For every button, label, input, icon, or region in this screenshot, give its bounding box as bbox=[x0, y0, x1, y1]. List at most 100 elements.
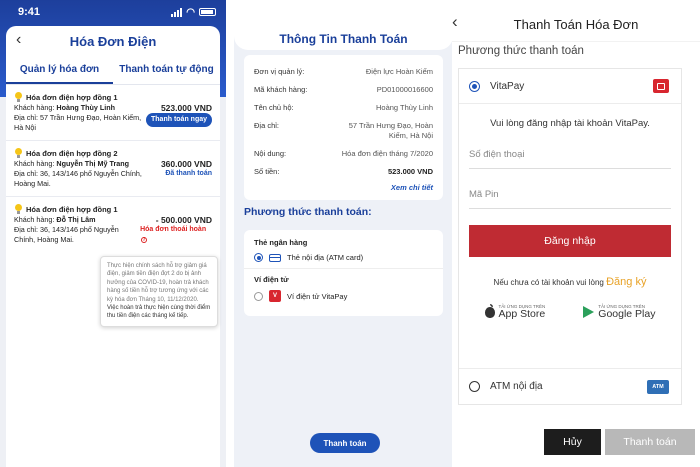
address-label: Địa chỉ: bbox=[14, 225, 38, 234]
bill-title: Hóa đơn điện hợp đồng 1 bbox=[26, 204, 118, 214]
atm-card-icon: ATM bbox=[647, 380, 669, 394]
bill-item[interactable]: Hóa đơn điện hợp đồng 1 Khách hàng: Hoàn… bbox=[6, 85, 220, 141]
customer-name: Đỗ Thị Lâm bbox=[56, 215, 96, 224]
option-vitapay[interactable]: VitaPay bbox=[459, 69, 681, 104]
customer-label: Khách hàng: bbox=[14, 103, 55, 112]
option-vitapay[interactable]: V Ví điện tử VitaPay bbox=[254, 290, 433, 302]
google-play-icon bbox=[583, 306, 595, 318]
payment-info-card: Đơn vị quản lý: Điện lực Hoàn Kiếm Mã khá… bbox=[244, 55, 443, 200]
status-time: 9:41 bbox=[18, 6, 41, 18]
payment-info-screen: Thông Tin Thanh Toán Đơn vị quản lý: Điện… bbox=[234, 0, 453, 467]
info-row: Mã khách hàng: PD01000016600 bbox=[254, 81, 433, 99]
refund-tooltip: Thực hiện chính sách hỗ trợ giảm giá điệ… bbox=[100, 256, 218, 327]
tab-bar: Quản lý hóa đơn Thanh toán tự động bbox=[6, 58, 220, 85]
refund-label: Hóa đơn thoái hoàn bbox=[140, 226, 207, 233]
bill-amount: - 500.000 VND bbox=[155, 215, 212, 225]
bill-title: Hóa đơn điện hợp đồng 2 bbox=[26, 148, 118, 158]
page-title: Thông Tin Thanh Toán bbox=[279, 32, 408, 46]
paid-status: Đã thanh toán bbox=[165, 170, 212, 177]
info-value: 57 Trần Hưng Đạo, Hoàn Kiếm, Hà Nội bbox=[348, 121, 433, 140]
page-title: Thanh Toán Hóa Đơn bbox=[513, 17, 639, 32]
option-label: VitaPay bbox=[490, 80, 525, 92]
back-icon[interactable]: ‹ bbox=[16, 31, 21, 49]
tab-manage-bills[interactable]: Quản lý hóa đơn bbox=[6, 58, 113, 84]
login-message: Vui lòng đăng nhập tài khoản VitaPay. bbox=[490, 118, 650, 129]
option-atm[interactable]: ATM nội địa ATM bbox=[459, 368, 681, 404]
lightbulb-icon bbox=[14, 92, 23, 103]
header: ‹ Thanh Toán Hóa Đơn bbox=[452, 0, 700, 42]
vitapay-icon: V bbox=[269, 290, 281, 302]
phone-input[interactable]: Số điện thoại bbox=[469, 143, 671, 169]
info-row: Địa chỉ: 57 Trần Hưng Đạo, Hoàn Kiếm, Hà … bbox=[254, 117, 433, 145]
pay-button[interactable]: Thanh toán bbox=[310, 433, 380, 453]
info-key: Địa chỉ: bbox=[254, 121, 280, 130]
google-play-badge[interactable]: TẢI ỨNG DỤNG TRÊN Google Play bbox=[583, 304, 655, 320]
info-row: Số tiền: 523.000 VND bbox=[254, 163, 433, 181]
radio-selected[interactable] bbox=[254, 253, 263, 262]
section-title: Phương thức thanh toán: bbox=[244, 206, 372, 218]
header: Thông Tin Thanh Toán bbox=[234, 0, 453, 50]
bill-card: ‹ Hóa Đơn Điện Quản lý hóa đơn Thanh toá… bbox=[6, 26, 220, 467]
info-value: 523.000 VND bbox=[387, 167, 433, 176]
badge-label: Google Play bbox=[598, 308, 656, 320]
signal-icon bbox=[171, 7, 183, 17]
info-icon[interactable]: ? bbox=[141, 237, 148, 243]
app-store-badge[interactable]: TẢI ỨNG DỤNG TRÊN App Store bbox=[484, 303, 546, 320]
info-key: Mã khách hàng: bbox=[254, 85, 308, 94]
register-prompt: Nếu chưa có tài khoản vui lòng bbox=[493, 278, 604, 287]
wallet-icon bbox=[653, 79, 669, 93]
cancel-button[interactable]: Hủy bbox=[544, 429, 601, 455]
payment-method-box: VitaPay Vui lòng đăng nhập tài khoản Vit… bbox=[458, 68, 682, 405]
bill-item[interactable]: Hóa đơn điện hợp đồng 1 Khách hàng: Đỗ T… bbox=[6, 197, 220, 252]
pay-button[interactable]: Thanh toán bbox=[605, 429, 695, 455]
group-label-wallet: Ví điện tử bbox=[254, 275, 289, 284]
see-details-link[interactable]: Xem chi tiết bbox=[254, 181, 433, 192]
group-label-bank: Thẻ ngân hàng bbox=[254, 238, 308, 247]
option-label: Ví điện tử VitaPay bbox=[287, 291, 348, 301]
refund-status[interactable]: Hóa đơn thoái hoàn? bbox=[140, 225, 212, 245]
info-value: Điện lực Hoàn Kiếm bbox=[365, 67, 433, 76]
radio-unselected[interactable] bbox=[469, 381, 480, 392]
tab-auto-payment[interactable]: Thanh toán tự động bbox=[113, 58, 220, 84]
option-label: Thẻ nội địa (ATM card) bbox=[287, 253, 364, 262]
bill-list-screen: 9:41 ◠ ‹ Hóa Đơn Điện Quản lý hóa đơn Th… bbox=[0, 0, 226, 467]
register-link[interactable]: Đăng ký bbox=[606, 276, 646, 288]
pin-input[interactable]: Mã Pin bbox=[469, 183, 671, 209]
status-bar: 9:41 ◠ bbox=[18, 6, 216, 18]
pay-now-button[interactable]: Thanh toán ngay bbox=[146, 113, 212, 127]
bill-amount: 360.000 VND bbox=[160, 159, 212, 169]
info-row: Nội dung: Hóa đơn điện tháng 7/2020 bbox=[254, 145, 433, 163]
lightbulb-icon bbox=[14, 148, 23, 159]
info-key: Đơn vị quản lý: bbox=[254, 67, 305, 76]
wifi-icon: ◠ bbox=[186, 6, 195, 18]
apple-icon bbox=[484, 303, 495, 318]
bill-payment-screen: ‹ Thanh Toán Hóa Đơn Phương thức thanh t… bbox=[452, 0, 700, 467]
store-badges: TẢI ỨNG DỤNG TRÊN App Store TẢI ỨNG DỤNG … bbox=[459, 303, 681, 320]
badge-label: App Store bbox=[498, 308, 546, 320]
register-line: Nếu chưa có tài khoản vui lòng Đăng ký bbox=[459, 276, 681, 288]
tooltip-text: Thực hiện chính sách hỗ trợ giảm giá điệ… bbox=[107, 263, 209, 303]
radio-unselected[interactable] bbox=[254, 291, 263, 301]
customer-name: Hoàng Thùy Linh bbox=[56, 103, 116, 112]
customer-label: Khách hàng: bbox=[14, 215, 55, 224]
bill-amount: 523.000 VND bbox=[160, 103, 212, 113]
option-label: ATM nội địa bbox=[490, 381, 543, 392]
action-bar: Hủy Thanh toán bbox=[544, 429, 695, 455]
payment-method-card: Thẻ ngân hàng Thẻ nội địa (ATM card) Ví … bbox=[244, 230, 443, 316]
info-key: Tên chủ hộ: bbox=[254, 103, 294, 112]
battery-icon bbox=[199, 8, 216, 16]
section-title: Phương thức thanh toán bbox=[458, 45, 584, 57]
page-title: Hóa Đơn Điện bbox=[69, 33, 157, 49]
option-atm-card[interactable]: Thẻ nội địa (ATM card) bbox=[254, 253, 433, 262]
address-label: Địa chỉ: bbox=[14, 113, 38, 122]
bill-title: Hóa đơn điện hợp đồng 1 bbox=[26, 92, 118, 102]
bill-item[interactable]: Hóa đơn điện hợp đồng 2 Khách hàng: Nguy… bbox=[6, 141, 220, 197]
login-button[interactable]: Đăng nhập bbox=[469, 225, 671, 257]
lightbulb-icon bbox=[14, 204, 23, 215]
customer-name: Nguyễn Thị Mỹ Trang bbox=[56, 159, 130, 168]
info-value: PD01000016600 bbox=[376, 85, 433, 94]
info-key: Nội dung: bbox=[254, 149, 287, 158]
info-key: Số tiền: bbox=[254, 167, 280, 176]
customer-label: Khách hàng: bbox=[14, 159, 55, 168]
radio-selected[interactable] bbox=[469, 80, 480, 92]
